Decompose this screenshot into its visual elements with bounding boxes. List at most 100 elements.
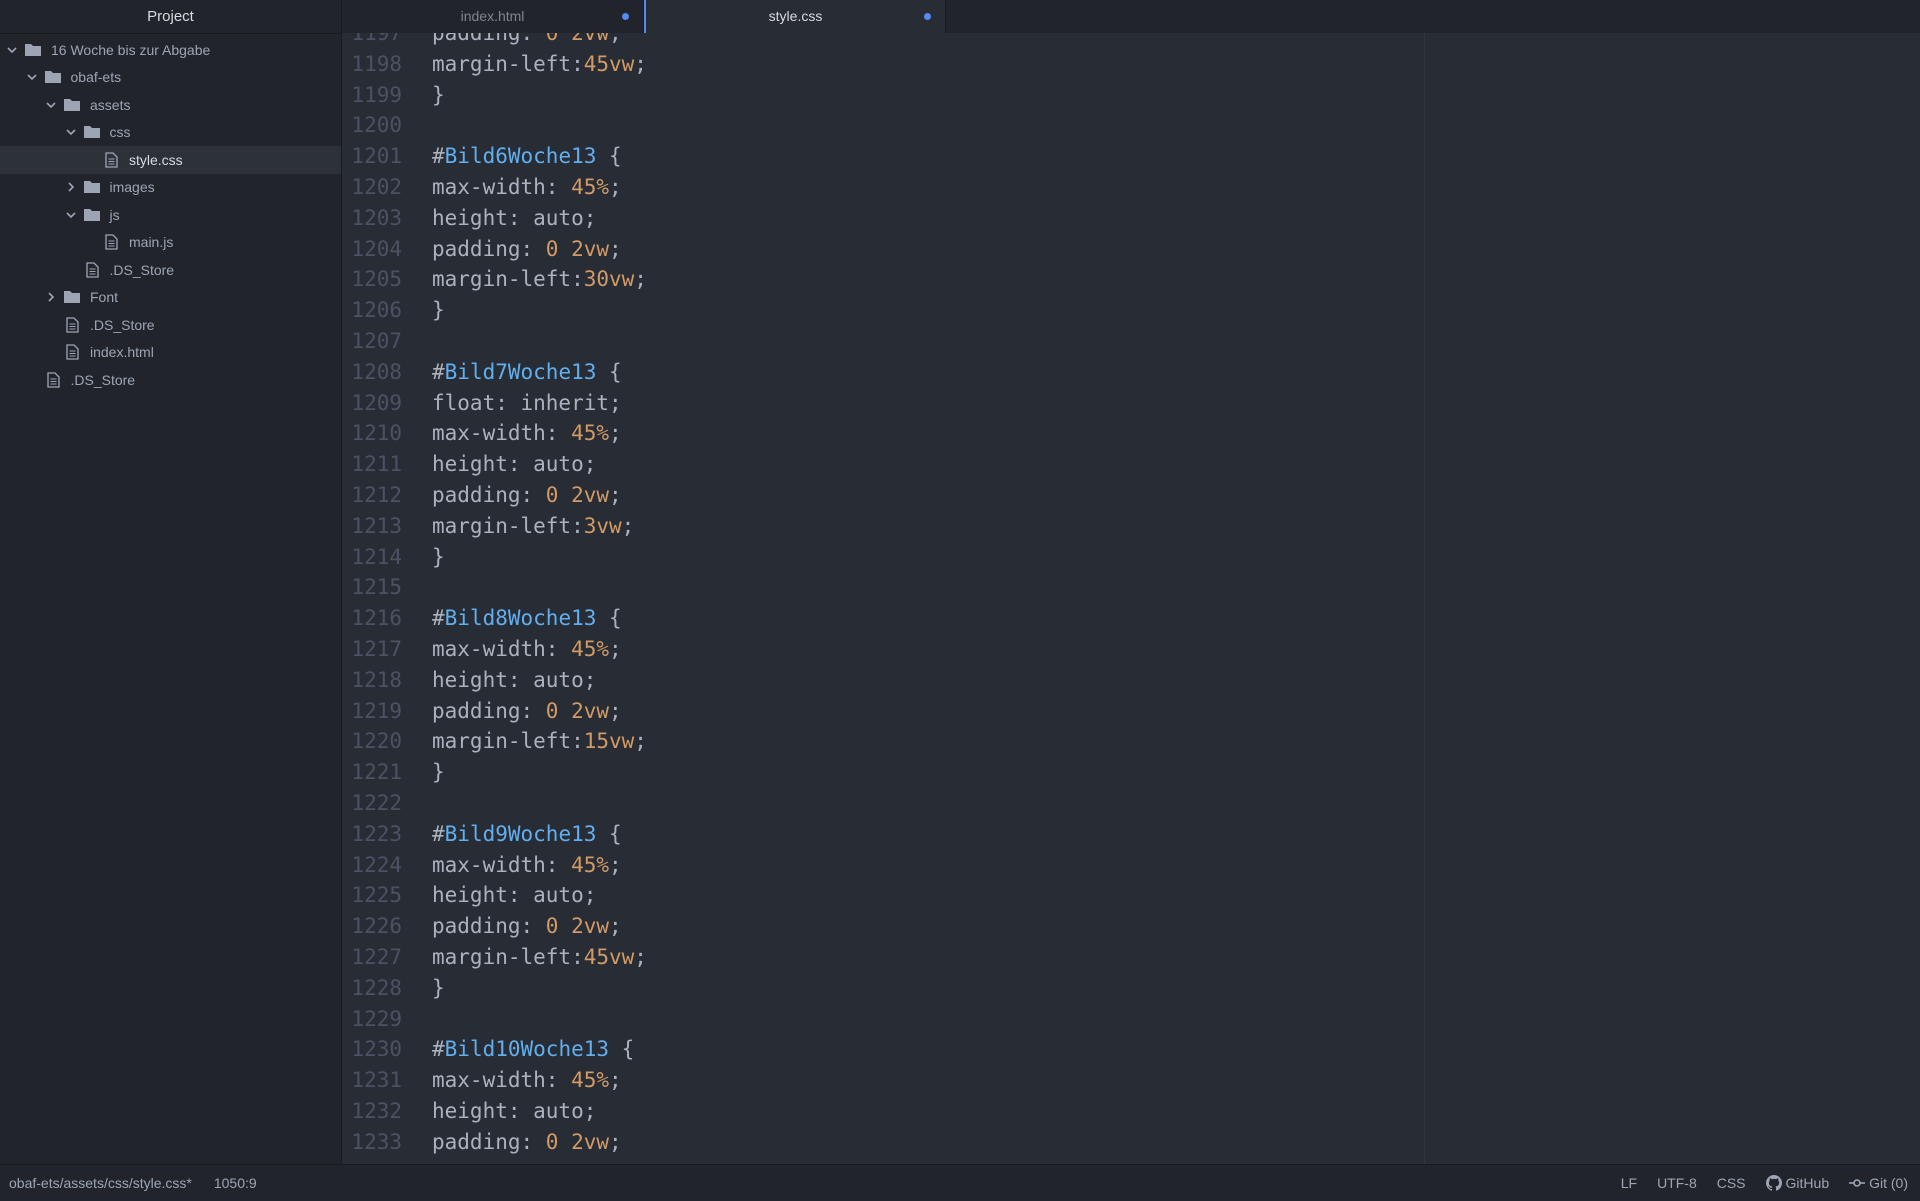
tree-file-index-html[interactable]: index.html — [0, 339, 341, 367]
code-text: height: auto; — [402, 203, 596, 234]
code-line[interactable]: 1202 max-width: 45%; — [342, 172, 1920, 203]
tree-folder-font[interactable]: Font — [0, 284, 341, 312]
status-git[interactable]: Git (0) — [1849, 1165, 1908, 1201]
code-line[interactable]: 1211 height: auto; — [342, 449, 1920, 480]
tree-folder-images[interactable]: images — [0, 174, 341, 202]
tree-file-main-js[interactable]: main.js — [0, 229, 341, 257]
tab-index-html[interactable]: index.html — [342, 0, 644, 33]
code-line[interactable]: 1217 max-width: 45%; — [342, 634, 1920, 665]
code-line[interactable]: 1199} — [342, 80, 1920, 111]
tree-file-ds-store[interactable]: .DS_Store — [0, 366, 341, 394]
github-icon — [1765, 1175, 1782, 1191]
chevron-right-icon[interactable] — [63, 179, 79, 195]
chevron-down-icon[interactable] — [4, 42, 20, 58]
code-editor[interactable]: 1197 padding: 0 2vw; 1198 margin-left:45vw;… — [342, 33, 1920, 1164]
code-line[interactable]: 1198 margin-left:45vw; — [342, 49, 1920, 80]
code-line[interactable]: 1207 — [342, 326, 1920, 357]
status-line-ending[interactable]: LF — [1621, 1165, 1637, 1201]
tree-file-ds-store[interactable]: .DS_Store — [0, 311, 341, 339]
status-grammar[interactable]: CSS — [1717, 1165, 1746, 1201]
code-line[interactable]: 1214} — [342, 542, 1920, 573]
tree-item-label: .DS_Store — [109, 261, 175, 278]
code-line[interactable]: 1201 #Bild6Woche13 { — [342, 141, 1920, 172]
code-token: # — [432, 821, 445, 846]
tree-folder-assets[interactable]: assets — [0, 91, 341, 119]
tree-folder-obaf-ets[interactable]: obaf-ets — [0, 64, 341, 92]
code-token: margin-left: — [432, 267, 584, 292]
code-line[interactable]: 1223 #Bild9Woche13 { — [342, 819, 1920, 850]
code-token: 3vw — [583, 513, 622, 538]
code-text: height: auto; — [402, 1096, 596, 1127]
code-line[interactable]: 1216 #Bild8Woche13 { — [342, 603, 1920, 634]
code-line[interactable]: 1226 padding: 0 2vw; — [342, 911, 1920, 942]
code-token: } — [432, 82, 445, 107]
code-line[interactable]: 1206} — [342, 295, 1920, 326]
code-line[interactable]: 1210 max-width: 45%; — [342, 418, 1920, 449]
code-line[interactable]: 1197 padding: 0 2vw; — [342, 33, 1920, 49]
status-github-label: GitHub — [1785, 1175, 1830, 1191]
code-line[interactable]: 1230 #Bild10Woche13 { — [342, 1034, 1920, 1065]
code-line[interactable]: 1225 height: auto; — [342, 880, 1920, 911]
code-line[interactable]: 1215 — [342, 572, 1920, 603]
code-token: { — [596, 606, 622, 631]
code-line[interactable]: 1209 float: inherit; — [342, 388, 1920, 419]
code-line[interactable]: 1232 height: auto; — [342, 1096, 1920, 1127]
code-token: height: auto; — [432, 667, 597, 692]
code-token: padding: — [432, 33, 546, 45]
code-line[interactable]: 1222 — [342, 788, 1920, 819]
code-line[interactable]: 1219 padding: 0 2vw; — [342, 696, 1920, 727]
code-token: ; — [634, 51, 647, 76]
tree-file-ds-store[interactable]: .DS_Store — [0, 256, 341, 284]
code-text: margin-left:45vw; — [402, 49, 647, 80]
code-token: 0 2vw — [545, 914, 610, 939]
tree-file-style-css[interactable]: style.css — [0, 146, 341, 174]
tree-folder-js[interactable]: js — [0, 201, 341, 229]
code-line[interactable]: 1224 max-width: 45%; — [342, 850, 1920, 881]
chevron-down-icon[interactable] — [63, 124, 79, 140]
chevron-right-icon[interactable] — [43, 289, 59, 305]
tab-style-css[interactable]: style.css — [644, 0, 946, 34]
line-number: 1233 — [351, 1129, 402, 1154]
line-number: 1229 — [351, 1006, 402, 1031]
code-line[interactable]: 1204 padding: 0 2vw; — [342, 234, 1920, 265]
code-line[interactable]: 1218 height: auto; — [342, 665, 1920, 696]
chevron-down-icon[interactable] — [43, 97, 59, 113]
code-text: } — [402, 542, 445, 573]
code-line[interactable]: 1203 height: auto; — [342, 203, 1920, 234]
tree-folder-css[interactable]: css — [0, 119, 341, 147]
code-line[interactable]: 1220 margin-left:15vw; — [342, 726, 1920, 757]
line-number: 1218 — [351, 667, 402, 692]
code-text: padding: 0 2vw; — [402, 33, 622, 49]
code-line[interactable]: 1213 margin-left:3vw; — [342, 511, 1920, 542]
code-line[interactable]: 1221} — [342, 757, 1920, 788]
tree-item-label: images — [109, 179, 155, 196]
tree-item-label: .DS_Store — [90, 316, 155, 333]
status-file-path[interactable]: obaf-ets/assets/css/style.css* — [9, 1165, 192, 1201]
code-line[interactable]: 1228} — [342, 973, 1920, 1004]
code-line[interactable]: 1205 margin-left:30vw; — [342, 264, 1920, 295]
code-line[interactable]: 1231 max-width: 45%; — [342, 1065, 1920, 1096]
code-line[interactable]: 1208 #Bild7Woche13 { — [342, 357, 1920, 388]
tab-bar: index.html style.css — [342, 0, 1920, 34]
chevron-down-icon[interactable] — [24, 69, 40, 85]
status-encoding[interactable]: UTF-8 — [1657, 1165, 1697, 1201]
chevron-down-icon[interactable] — [63, 207, 79, 223]
status-cursor-position[interactable]: 1050:9 — [214, 1165, 257, 1201]
status-github[interactable]: GitHub — [1765, 1165, 1830, 1201]
line-number: 1220 — [351, 729, 402, 754]
code-token: # — [432, 359, 445, 384]
code-line[interactable]: 1229 — [342, 1004, 1920, 1035]
code-line[interactable]: 1212 padding: 0 2vw; — [342, 480, 1920, 511]
code-line[interactable]: 1233 padding: 0 2vw; — [342, 1127, 1920, 1158]
code-line[interactable]: 1200 — [342, 110, 1920, 141]
tree-folder-root[interactable]: 16 Woche bis zur Abgabe — [0, 36, 341, 64]
code-text: margin-left:45vw; — [402, 942, 647, 973]
code-token: max-width: — [432, 421, 572, 446]
code-token: height: auto; — [432, 205, 597, 230]
code-token: ; — [609, 1068, 622, 1093]
code-line[interactable]: 1227 margin-left:45vw; — [342, 942, 1920, 973]
code-text: #Bild6Woche13 { — [402, 141, 622, 172]
code-token: 15vw — [583, 729, 635, 754]
status-git-label: Git (0) — [1869, 1175, 1908, 1191]
line-number: 1213 — [351, 513, 402, 538]
